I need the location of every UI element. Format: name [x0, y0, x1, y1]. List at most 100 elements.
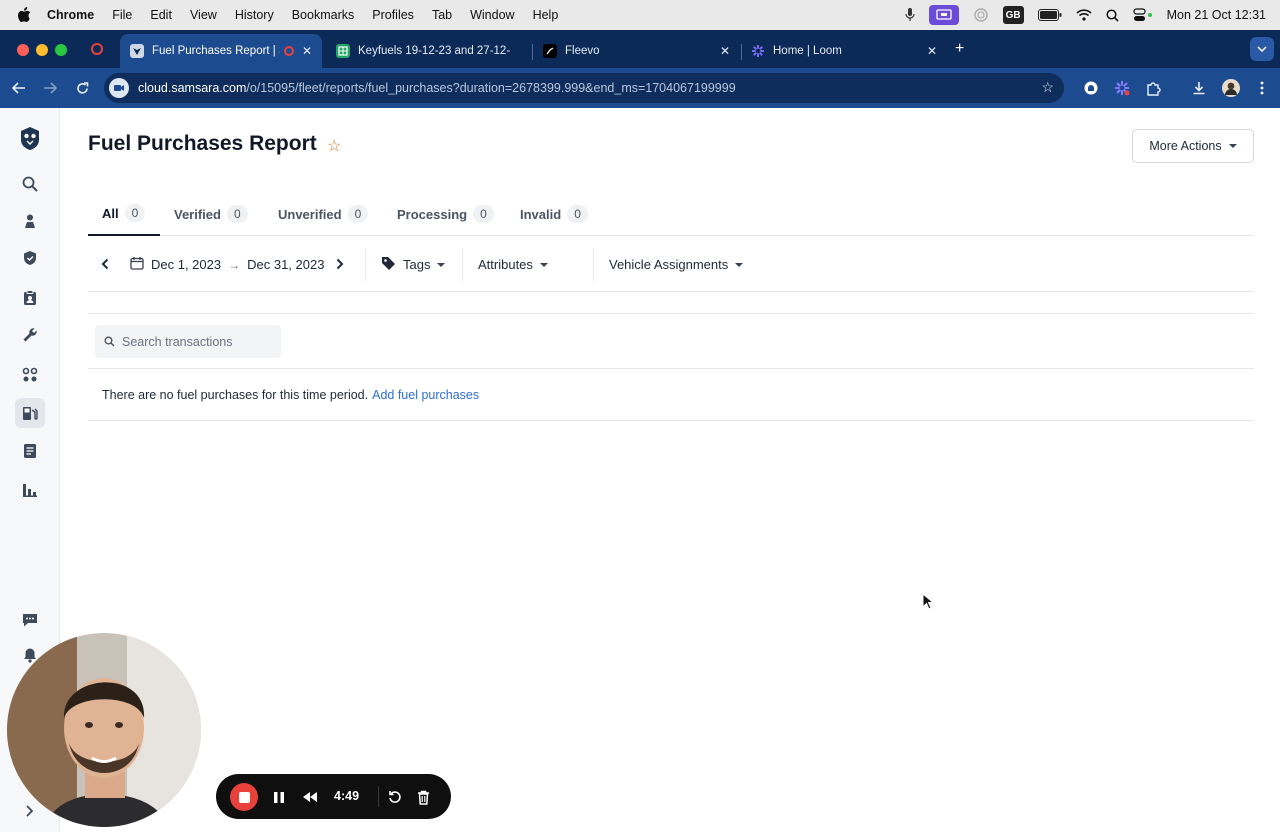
tab-all[interactable]: All 0	[88, 192, 160, 236]
delete-trash-icon[interactable]	[413, 787, 433, 807]
search-field[interactable]	[95, 325, 281, 358]
battery-icon[interactable]	[1037, 6, 1062, 24]
page-title: Fuel Purchases Report	[88, 132, 317, 155]
restart-icon[interactable]	[385, 787, 405, 807]
apple-menu-icon[interactable]	[17, 7, 33, 23]
filter-bar: Dec 1, 2023 → Dec 31, 2023 Tags Attribut…	[88, 237, 1254, 292]
extension-shield-icon[interactable]	[1081, 78, 1101, 98]
date-range-picker[interactable]: Dec 1, 2023 → Dec 31, 2023	[130, 237, 324, 292]
reports-chart-icon[interactable]	[15, 475, 45, 505]
rewind-icon[interactable]	[300, 787, 320, 807]
menu-app-name[interactable]: Chrome	[47, 8, 94, 22]
close-tab-icon[interactable]: ✕	[302, 44, 312, 58]
close-tab-icon[interactable]: ✕	[927, 44, 937, 58]
menu-window[interactable]: Window	[470, 8, 514, 22]
wifi-icon[interactable]	[1076, 6, 1092, 24]
date-end: Dec 31, 2023	[247, 257, 325, 272]
vehicle-assignments-dropdown[interactable]: Vehicle Assignments	[609, 237, 744, 292]
reload-icon[interactable]	[72, 78, 92, 98]
tags-dropdown[interactable]: Tags	[381, 237, 446, 292]
dispatch-route-icon[interactable]	[15, 360, 45, 390]
more-actions-button[interactable]: More Actions	[1132, 129, 1254, 163]
control-center-icon[interactable]	[1133, 6, 1153, 24]
tab-verified[interactable]: Verified 0	[160, 192, 262, 236]
new-tab-icon[interactable]: +	[955, 40, 964, 58]
favorite-star-icon[interactable]: ☆	[327, 136, 341, 156]
tab-label: All	[102, 205, 119, 221]
tab-search-chevron-icon[interactable]	[1250, 37, 1274, 61]
fuel-energy-icon[interactable]	[15, 398, 45, 428]
date-start: Dec 1, 2023	[151, 257, 222, 272]
menu-view[interactable]: View	[190, 8, 217, 22]
calendar-icon	[130, 256, 144, 273]
address-bar[interactable]: cloud.samsara.com/o/15095/fleet/reports/…	[104, 73, 1064, 103]
compliance-clipboard-icon[interactable]	[15, 283, 45, 313]
tab-title: Home | Loom	[773, 45, 842, 57]
attributes-dropdown[interactable]: Attributes	[478, 237, 548, 292]
zoom-window-button[interactable]	[55, 44, 67, 56]
caret-down-icon	[539, 262, 548, 267]
tab-processing[interactable]: Processing 0	[383, 192, 508, 236]
focus-moon-icon[interactable]	[973, 6, 989, 24]
url-text[interactable]: cloud.samsara.com/o/15095/fleet/reports/…	[138, 81, 736, 95]
keyboard-layout-badge[interactable]: GB	[1002, 6, 1024, 24]
spotlight-search-icon[interactable]	[1106, 6, 1119, 24]
browser-tab-fuel-purchases[interactable]: Fuel Purchases Report | S ✕	[120, 34, 322, 68]
minimize-window-button[interactable]	[36, 44, 48, 56]
recording-elapsed-time: 4:49	[334, 789, 360, 803]
pause-icon[interactable]	[269, 787, 289, 807]
attributes-label: Attributes	[478, 257, 533, 272]
add-fuel-purchases-link[interactable]: Add fuel purchases	[372, 388, 479, 402]
forward-arrow-icon[interactable]	[40, 78, 60, 98]
extensions-puzzle-icon[interactable]	[1143, 78, 1163, 98]
search-icon[interactable]	[15, 169, 45, 199]
menu-clock[interactable]: Mon 21 Oct 12:31	[1167, 8, 1266, 22]
macos-menu-bar: Chrome File Edit View History Bookmarks …	[0, 0, 1280, 30]
webcam-bubble[interactable]	[7, 633, 201, 827]
site-info-icon[interactable]	[109, 78, 129, 98]
recording-controls: 4:49	[216, 774, 451, 819]
documents-icon[interactable]	[15, 436, 45, 466]
extension-loom-icon[interactable]	[1112, 78, 1132, 98]
search-transactions-input[interactable]	[122, 334, 272, 349]
browser-tab-fleevo[interactable]: Fleevo ✕	[533, 34, 740, 68]
fleevo-icon	[543, 44, 557, 58]
menu-edit[interactable]: Edit	[150, 8, 172, 22]
menu-help[interactable]: Help	[533, 8, 559, 22]
screen-share-icon[interactable]	[928, 5, 959, 25]
close-window-button[interactable]	[17, 44, 29, 56]
menu-history[interactable]: History	[235, 8, 274, 22]
main-content: Fuel Purchases Report ☆ More Actions All…	[60, 108, 1280, 832]
menu-bookmarks[interactable]: Bookmarks	[292, 8, 355, 22]
menu-profiles[interactable]: Profiles	[372, 8, 414, 22]
tab-title: Keyfuels 19-12-23 and 27-12-	[358, 45, 511, 57]
tab-invalid[interactable]: Invalid 0	[506, 192, 602, 236]
samsara-logo-icon[interactable]	[15, 123, 45, 153]
previous-period-chevron-icon[interactable]	[95, 254, 115, 274]
stop-recording-button[interactable]	[230, 783, 258, 811]
microphone-icon[interactable]	[905, 6, 915, 24]
caret-down-icon	[735, 262, 744, 267]
back-arrow-icon[interactable]	[9, 78, 29, 98]
safety-shield-icon[interactable]	[15, 243, 45, 273]
close-tab-icon[interactable]: ✕	[720, 44, 730, 58]
messages-icon[interactable]	[15, 605, 45, 635]
chrome-menu-icon[interactable]	[1252, 78, 1272, 98]
browser-tab-loom[interactable]: Home | Loom ✕	[741, 34, 947, 68]
maintenance-wrench-icon[interactable]	[15, 320, 45, 350]
stop-icon	[238, 791, 250, 803]
next-period-chevron-icon[interactable]	[330, 254, 350, 274]
caret-down-icon	[437, 262, 446, 267]
caret-down-icon	[1228, 144, 1237, 148]
tab-unverified[interactable]: Unverified 0	[264, 192, 382, 236]
tag-icon	[381, 256, 396, 274]
report-status-tabs: All 0 Verified 0 Unverified 0 Processing…	[88, 192, 1254, 236]
browser-tab-keyfuels[interactable]: Keyfuels 19-12-23 and 27-12-	[326, 34, 529, 68]
menu-tab[interactable]: Tab	[432, 8, 452, 22]
driver-map-icon[interactable]	[15, 206, 45, 236]
menu-file[interactable]: File	[112, 8, 132, 22]
loom-icon	[751, 44, 765, 58]
bookmark-star-icon[interactable]: ☆	[1041, 79, 1054, 96]
downloads-icon[interactable]	[1189, 78, 1209, 98]
profile-avatar[interactable]	[1221, 78, 1241, 98]
